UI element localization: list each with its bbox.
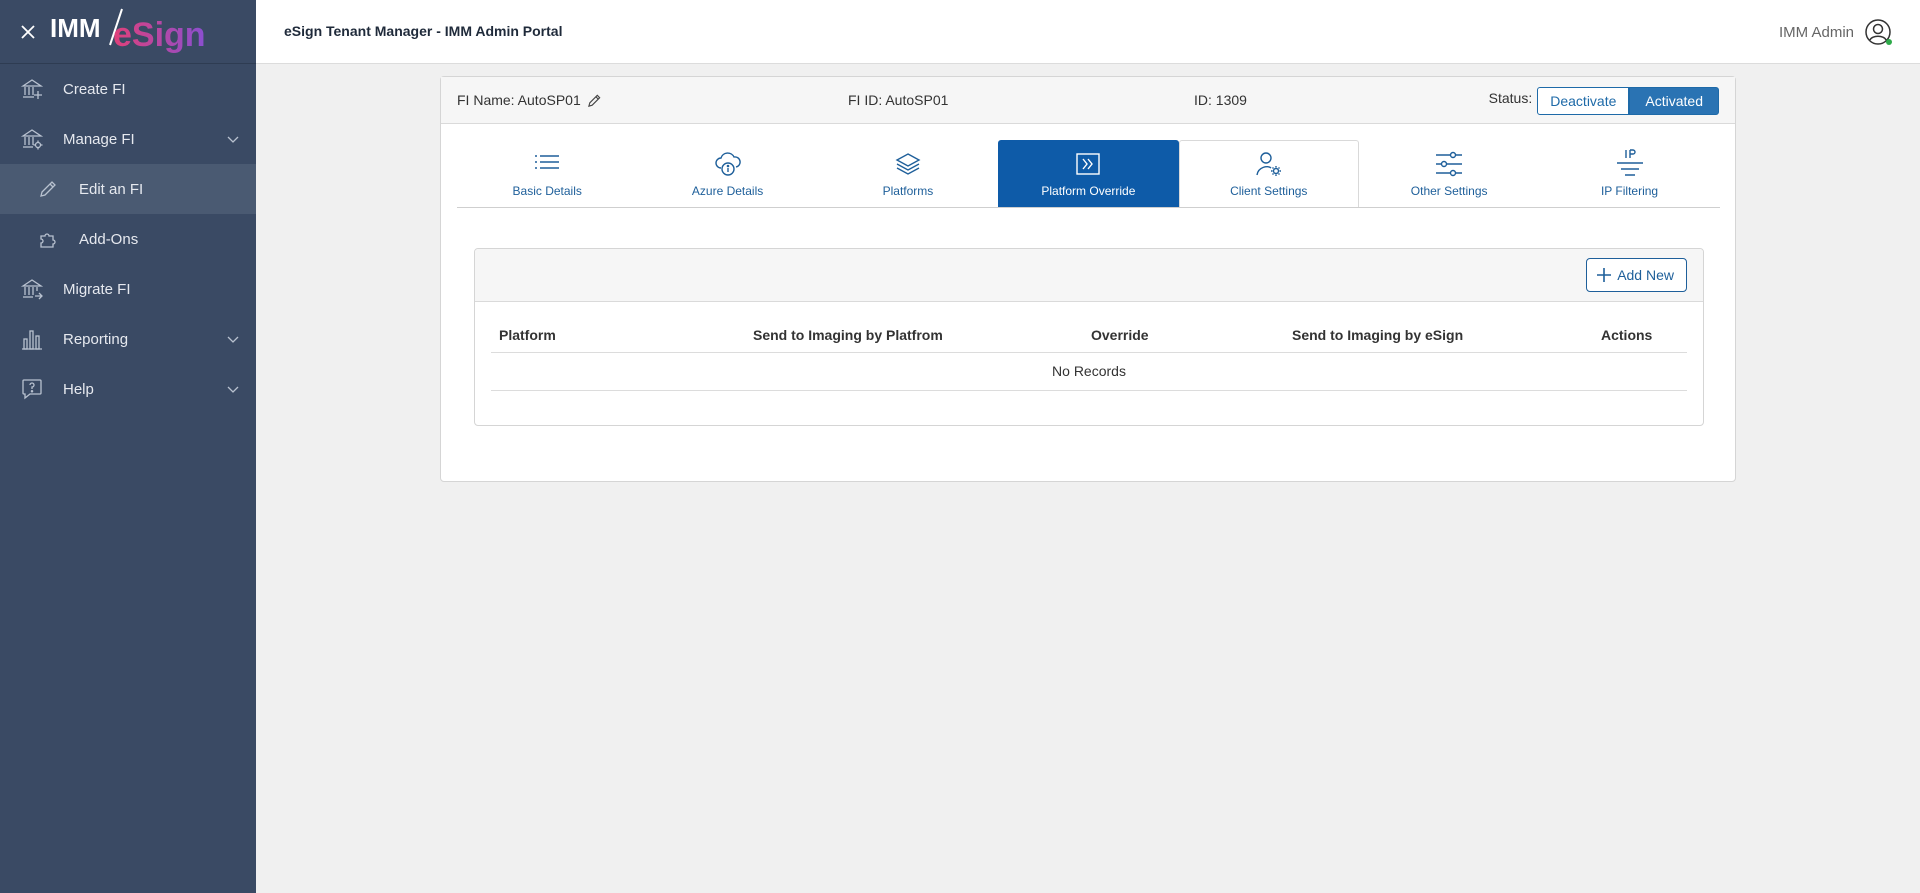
chevron-down-icon: [227, 386, 239, 393]
ip-filter-icon: [1616, 149, 1644, 179]
tab-client-settings[interactable]: Client Settings: [1178, 140, 1359, 207]
column-header-actions: Actions: [1601, 327, 1653, 343]
column-header-send-to-imaging-by-esign[interactable]: Send to Imaging by eSign: [1292, 327, 1463, 343]
bank-plus-icon: [20, 77, 44, 101]
sidebar-item-reporting[interactable]: Reporting: [0, 314, 256, 364]
tab-label: Basic Details: [512, 184, 582, 198]
tab-label: Platform Override: [1041, 184, 1136, 198]
platform-override-panel: Add New Platform Send to Imaging by Plat…: [474, 248, 1704, 426]
sidebar-item-edit-fi[interactable]: Edit an FI: [0, 164, 256, 214]
sidebar-item-label: Edit an FI: [79, 180, 144, 198]
platform-override-table: Platform Send to Imaging by Platfrom Ove…: [491, 317, 1687, 391]
tab-label: Client Settings: [1230, 184, 1308, 198]
tab-other-settings[interactable]: Other Settings: [1359, 140, 1539, 207]
record-id: ID: 1309: [1194, 92, 1247, 108]
cloud-info-icon: [714, 149, 742, 179]
logo-text-imm: IMM: [50, 13, 101, 43]
pencil-icon: [36, 177, 60, 201]
user-gear-icon: [1255, 149, 1283, 179]
user-avatar-icon[interactable]: [1864, 18, 1892, 46]
fi-name: FI Name: AutoSP01: [457, 92, 602, 108]
add-new-label: Add New: [1617, 267, 1674, 283]
app-title: eSign Tenant Manager - IMM Admin Portal: [284, 23, 563, 39]
chevron-down-icon: [227, 336, 239, 343]
tab-bar: Basic Details Azure Details Platforms Pl…: [457, 140, 1720, 208]
sidebar-item-label: Migrate FI: [63, 280, 131, 298]
plus-icon: [1597, 268, 1612, 282]
sidebar-item-label: Add-Ons: [79, 230, 139, 248]
sidebar-item-label: Create FI: [63, 80, 126, 98]
tab-label: Azure Details: [691, 184, 764, 198]
layers-icon: [895, 149, 921, 179]
imm-esign-logo: IMM eSign: [50, 8, 220, 55]
sidebar-item-add-ons[interactable]: Add-Ons: [0, 214, 256, 264]
fi-name-text: FI Name: AutoSP01: [457, 92, 581, 108]
user-menu[interactable]: IMM Admin: [1779, 18, 1892, 46]
panel-toolbar: Add New: [475, 249, 1703, 302]
empty-state-row: No Records: [491, 353, 1687, 391]
status-label: Status:: [1488, 90, 1533, 106]
pencil-icon[interactable]: [587, 93, 602, 108]
tab-label: IP Filtering: [1600, 184, 1659, 198]
override-arrow-icon: [1075, 149, 1101, 179]
sidebar-item-migrate-fi[interactable]: Migrate FI: [0, 264, 256, 314]
sidebar-item-manage-fi[interactable]: Manage FI: [0, 114, 256, 164]
tab-ip-filtering[interactable]: IP Filtering: [1539, 140, 1719, 207]
sidebar-item-label: Manage FI: [63, 130, 135, 148]
add-new-button[interactable]: Add New: [1586, 258, 1687, 292]
sidebar-item-label: Help: [63, 380, 94, 398]
puzzle-icon: [36, 227, 60, 251]
bank-gear-icon: [20, 127, 44, 151]
tab-label: Other Settings: [1410, 184, 1488, 198]
fi-summary-bar: FI Name: AutoSP01 FI ID: AutoSP01 ID: 13…: [441, 77, 1735, 124]
bar-chart-icon: [20, 327, 44, 351]
status-control: Status: Deactivate Activated: [1489, 87, 1719, 115]
tab-azure-details[interactable]: Azure Details: [637, 140, 817, 207]
fi-id: FI ID: AutoSP01: [848, 92, 949, 108]
list-icon: [534, 149, 560, 179]
online-status-dot: [1886, 39, 1892, 45]
top-bar: eSign Tenant Manager - IMM Admin Portal …: [256, 0, 1920, 64]
sidebar-item-help[interactable]: Help: [0, 364, 256, 414]
bank-arrow-icon: [20, 277, 44, 301]
user-name: IMM Admin: [1778, 23, 1854, 41]
sidebar: IMM eSign Create FI Manage FI Edit an FI…: [0, 0, 256, 893]
close-icon[interactable]: [18, 22, 38, 42]
logo-text-esign: eSign: [113, 16, 206, 54]
fi-detail-card: FI Name: AutoSP01 FI ID: AutoSP01 ID: 13…: [440, 76, 1736, 482]
sidebar-item-label: Reporting: [63, 330, 129, 348]
table-header: Platform Send to Imaging by Platfrom Ove…: [491, 317, 1687, 353]
sidebar-header: IMM eSign: [0, 0, 256, 64]
column-header-override[interactable]: Override: [1091, 327, 1149, 343]
tab-platforms[interactable]: Platforms: [818, 140, 998, 207]
sliders-icon: [1435, 149, 1463, 179]
activated-button[interactable]: Activated: [1629, 87, 1719, 115]
chevron-down-icon: [227, 136, 239, 143]
help-chat-icon: [20, 377, 44, 401]
column-header-send-to-imaging-by-platform[interactable]: Send to Imaging by Platfrom: [753, 327, 943, 343]
tab-platform-override[interactable]: Platform Override: [998, 140, 1179, 207]
sidebar-item-create-fi[interactable]: Create FI: [0, 64, 256, 114]
status-toggle: Deactivate Activated: [1537, 87, 1719, 115]
tab-label: Platforms: [882, 184, 934, 198]
column-header-platform[interactable]: Platform: [499, 327, 556, 343]
deactivate-button[interactable]: Deactivate: [1537, 87, 1630, 115]
tab-basic-details[interactable]: Basic Details: [457, 140, 637, 207]
